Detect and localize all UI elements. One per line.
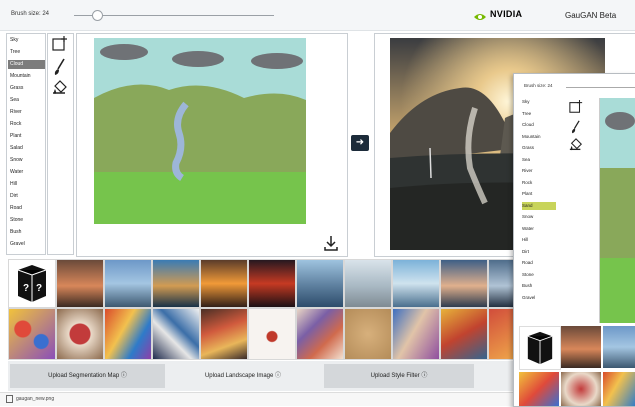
style-thumbnail[interactable] xyxy=(519,372,559,406)
label-item-road[interactable]: Road xyxy=(10,204,44,213)
label-item-gravel[interactable]: Gravel xyxy=(10,240,44,249)
label-item-sea[interactable]: Sea xyxy=(10,96,44,105)
generate-button[interactable]: ➜ xyxy=(351,135,369,151)
thumbnail[interactable] xyxy=(104,259,152,308)
svg-text:?: ? xyxy=(23,283,29,294)
label-item-mountain[interactable]: Mountain xyxy=(10,72,44,81)
style-thumbnail[interactable] xyxy=(200,308,248,360)
brush-icon[interactable] xyxy=(53,58,67,76)
upload-segmentation-label: Upload Segmentation Map xyxy=(48,373,120,379)
add-canvas-icon[interactable] xyxy=(52,36,68,52)
download-icon[interactable] xyxy=(324,235,338,251)
overlay-label-item-snow[interactable]: Snow xyxy=(522,213,556,221)
upload-landscape-label: Upload Landscape Image xyxy=(204,373,274,379)
overlay-label-item-water[interactable]: Water xyxy=(522,225,556,233)
overlay-label-item-dirt[interactable]: Dirt xyxy=(522,248,556,256)
label-item-dirt[interactable]: Dirt xyxy=(10,192,44,201)
overlay-label-item-tree[interactable]: Tree xyxy=(522,110,556,118)
random-dice-icon[interactable]: ?? xyxy=(8,259,56,308)
thumbnail[interactable] xyxy=(603,326,635,368)
add-canvas-icon[interactable] xyxy=(569,100,583,114)
style-thumbnail[interactable] xyxy=(104,308,152,360)
style-thumbnail[interactable] xyxy=(561,372,601,406)
label-item-sky[interactable]: Sky xyxy=(10,36,44,45)
downloaded-file-name[interactable]: gaugan_new.png xyxy=(16,396,54,402)
overlay-label-item-river[interactable]: River xyxy=(522,167,556,175)
label-item-cloud[interactable]: Cloud xyxy=(8,60,45,69)
label-item-grass[interactable]: Grass xyxy=(10,84,44,93)
thumbnail[interactable] xyxy=(248,259,296,308)
overlay-label-item-grass[interactable]: Grass xyxy=(522,144,556,152)
label-item-river[interactable]: River xyxy=(10,108,44,117)
upload-landscape-button[interactable]: Upload Landscape Image ⓘ xyxy=(168,364,318,388)
overlay-brush-size-label: Brush size: 24 xyxy=(524,83,553,88)
thumbnail[interactable] xyxy=(56,259,104,308)
info-icon: ⓘ xyxy=(275,373,282,379)
thumbnail[interactable] xyxy=(200,259,248,308)
style-thumbnail[interactable] xyxy=(248,308,296,360)
overlay-label-list: Sky Tree Cloud Mountain Grass Sea River Rock Pla… xyxy=(514,96,559,326)
info-icon: ⓘ xyxy=(120,373,127,379)
thumbnail[interactable] xyxy=(344,259,392,308)
overlay-label-item-road[interactable]: Road xyxy=(522,259,556,267)
style-thumbnail[interactable] xyxy=(56,308,104,360)
upload-segmentation-button[interactable]: Upload Segmentation Map ⓘ xyxy=(10,364,165,388)
overlay-label-item-rock[interactable]: Rock xyxy=(522,179,556,187)
style-thumbnail[interactable] xyxy=(392,308,440,360)
thumbnail[interactable] xyxy=(152,259,200,308)
label-item-stone[interactable]: Stone xyxy=(10,216,44,225)
label-item-snow[interactable]: Snow xyxy=(10,156,44,165)
brush-size-slider[interactable] xyxy=(74,15,274,16)
label-item-salad[interactable]: Salad xyxy=(10,144,44,153)
overlay-label-item-gravel[interactable]: Gravel xyxy=(522,294,556,302)
label-item-plant[interactable]: Plant xyxy=(10,132,44,141)
style-thumbnail[interactable] xyxy=(296,308,344,360)
svg-text:?: ? xyxy=(36,283,42,294)
style-thumbnail[interactable] xyxy=(152,308,200,360)
info-icon: ⓘ xyxy=(421,373,428,379)
thumbnail[interactable] xyxy=(392,259,440,308)
app-title: GauGAN Beta xyxy=(565,11,617,20)
label-item-rock[interactable]: Rock xyxy=(10,120,44,129)
upload-style-label: Upload Style Filter xyxy=(370,373,420,379)
fill-bucket-icon[interactable] xyxy=(52,80,68,96)
nvidia-eye-icon xyxy=(473,9,487,20)
label-item-tree[interactable]: Tree xyxy=(10,48,44,57)
overlay-label-item-sky[interactable]: Sky xyxy=(522,98,556,106)
fill-bucket-icon[interactable] xyxy=(569,138,583,152)
overlay-brush-size-slider[interactable] xyxy=(566,87,635,88)
style-thumbnail[interactable] xyxy=(8,308,56,360)
tools-panel xyxy=(47,33,74,255)
style-thumbnail[interactable] xyxy=(440,308,488,360)
thumbnail[interactable] xyxy=(296,259,344,308)
label-item-water[interactable]: Water xyxy=(10,168,44,177)
file-icon xyxy=(6,395,13,403)
brand-logo: NVIDIA xyxy=(490,9,523,19)
brush-icon[interactable] xyxy=(570,120,582,134)
brush-size-slider-thumb[interactable] xyxy=(92,10,103,21)
overlay-label-item-mountain[interactable]: Mountain xyxy=(522,133,556,141)
random-dice-icon[interactable] xyxy=(519,326,561,370)
brush-size-label: Brush size: 24 xyxy=(11,11,50,17)
thumbnail[interactable] xyxy=(440,259,488,308)
overlay-label-item-sand[interactable]: Sand xyxy=(522,201,556,210)
style-thumbnail[interactable] xyxy=(344,308,392,360)
label-item-hill[interactable]: Hill xyxy=(10,180,44,189)
upload-style-button[interactable]: Upload Style Filter ⓘ xyxy=(324,364,474,388)
overlay-segmentation-canvas[interactable] xyxy=(599,98,635,323)
overlay-label-item-hill[interactable]: Hill xyxy=(522,236,556,244)
overlay-label-item-sea[interactable]: Sea xyxy=(522,156,556,164)
overlay-label-item-bush[interactable]: Bush xyxy=(522,282,556,290)
segmentation-canvas[interactable] xyxy=(94,38,306,224)
label-list: Sky Tree Cloud Mountain Grass Sea River Rock Pla… xyxy=(6,33,46,255)
overlay-label-item-cloud[interactable]: Cloud xyxy=(522,121,556,129)
overlay-label-item-plant[interactable]: Plant xyxy=(522,190,556,198)
overlay-label-item-stone[interactable]: Stone xyxy=(522,271,556,279)
style-thumbnail[interactable] xyxy=(603,372,635,406)
secondary-window: Brush size: 24 Sky Tree Cloud Mountain Grass… xyxy=(513,73,635,407)
label-item-bush[interactable]: Bush xyxy=(10,228,44,237)
thumbnail[interactable] xyxy=(561,326,601,368)
